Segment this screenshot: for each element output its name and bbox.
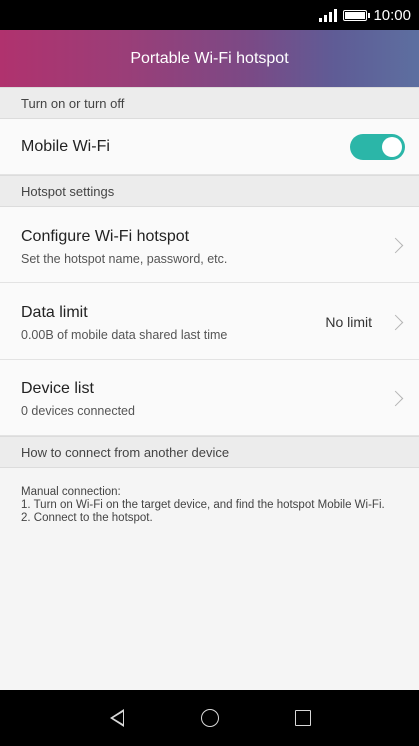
toggle-knob — [382, 137, 402, 157]
section-header-toggle: Turn on or turn off — [0, 87, 419, 119]
home-icon[interactable] — [201, 709, 219, 727]
signal-icon — [319, 8, 338, 22]
mobile-wifi-row[interactable]: Mobile Wi-Fi — [0, 119, 419, 175]
configure-hotspot-subtitle: Set the hotspot name, password, etc. — [21, 252, 228, 266]
app-header: Portable Wi-Fi hotspot — [0, 30, 419, 87]
chevron-right-icon — [387, 314, 404, 331]
connection-instructions: Manual connection: 1. Turn on Wi-Fi on t… — [21, 486, 401, 525]
battery-icon — [343, 9, 371, 21]
back-icon[interactable] — [110, 709, 124, 727]
clock: 10:00 — [373, 6, 411, 24]
mobile-wifi-toggle[interactable] — [350, 134, 405, 160]
configure-hotspot-row[interactable]: Configure Wi-Fi hotspot Set the hotspot … — [0, 207, 419, 283]
navigation-bar — [0, 690, 419, 746]
mobile-wifi-label: Mobile Wi-Fi — [21, 138, 110, 155]
configure-hotspot-title: Configure Wi-Fi hotspot — [21, 228, 190, 245]
data-limit-row[interactable]: Data limit 0.00B of mobile data shared l… — [0, 283, 419, 360]
section-label: Hotspot settings — [21, 183, 115, 199]
section-label: Turn on or turn off — [21, 95, 125, 111]
data-limit-subtitle: 0.00B of mobile data shared last time — [21, 328, 228, 342]
device-list-title: Device list — [21, 380, 94, 397]
status-bar: 10:00 — [0, 0, 419, 30]
device-list-subtitle: 0 devices connected — [21, 404, 135, 418]
device-list-row[interactable]: Device list 0 devices connected — [0, 360, 419, 436]
instruction-line: Manual connection: — [21, 486, 121, 498]
chevron-right-icon — [387, 237, 404, 254]
section-header-hotspot-settings: Hotspot settings — [0, 175, 419, 207]
chevron-right-icon — [387, 390, 404, 407]
page-title: Portable Wi-Fi hotspot — [130, 49, 289, 67]
data-limit-title: Data limit — [21, 304, 88, 321]
section-header-how-to-connect: How to connect from another device — [0, 436, 419, 468]
recent-apps-icon[interactable] — [295, 710, 311, 726]
instruction-line: 1. Turn on Wi-Fi on the target device, a… — [21, 499, 385, 511]
instruction-line: 2. Connect to the hotspot. — [21, 512, 153, 524]
section-label: How to connect from another device — [21, 444, 230, 460]
data-limit-value: No limit — [325, 314, 372, 330]
